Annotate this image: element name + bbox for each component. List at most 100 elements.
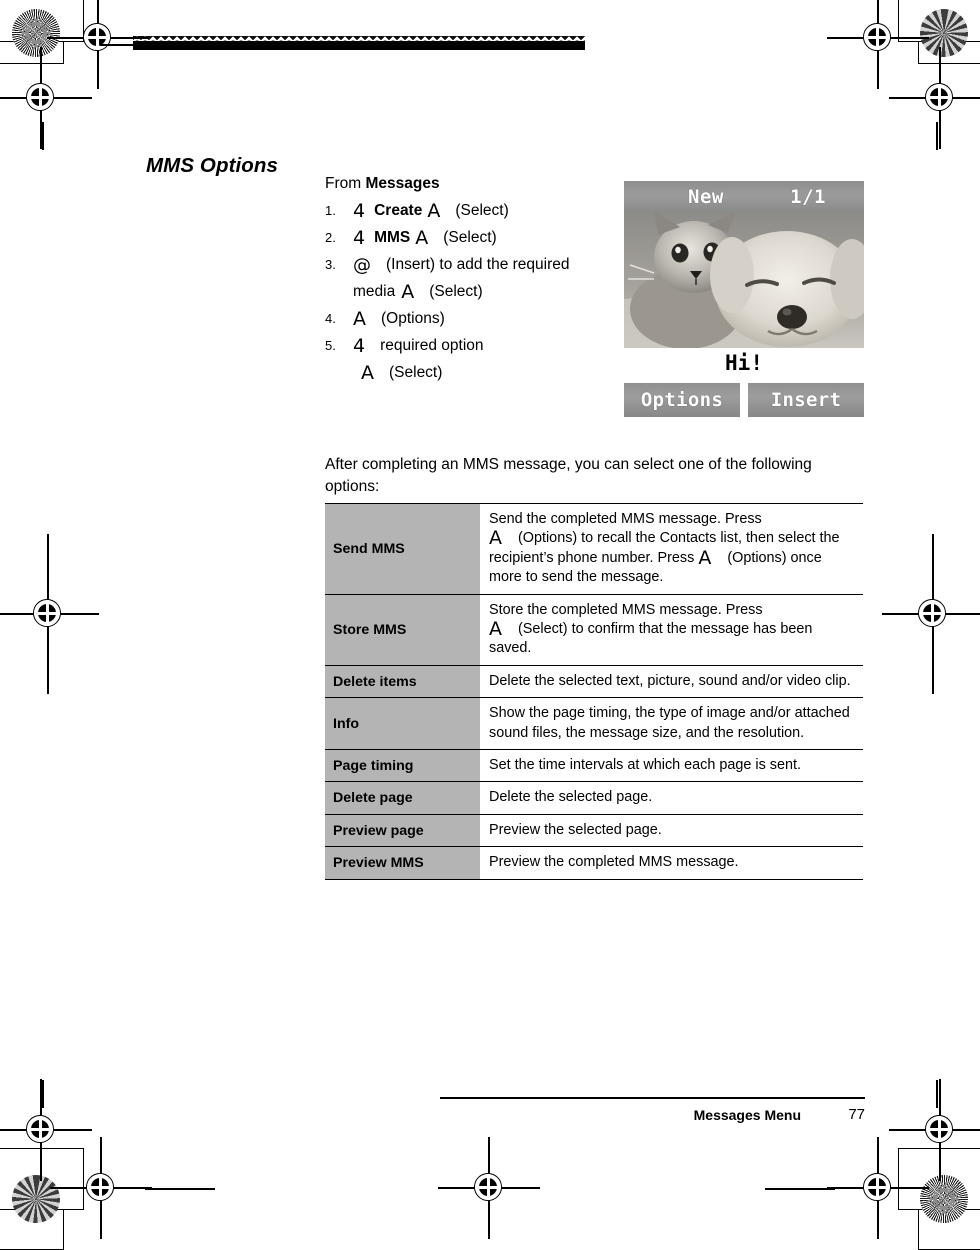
bleed-rule-top-left: [42, 122, 44, 150]
select-key-icon: A: [353, 308, 366, 331]
scroll-key-icon: 4: [353, 227, 366, 250]
insert-key-icon: @: [353, 255, 371, 277]
option-description-cell: Set the time intervals at which each pag…: [480, 749, 863, 783]
steps-list: 1. 4 Create A (Select) 2. 4 MMS A (Select) 3. …: [325, 197, 625, 386]
phone-screen-illustration: New 1/1 Hi! Options Insert: [624, 181, 864, 419]
option-description-text: (Select) to confirm that the message has…: [489, 621, 813, 657]
softkey-options-button[interactable]: Options: [624, 383, 740, 417]
registration-mark-bottom-center: [438, 1137, 540, 1239]
option-description-cell: Preview the selected page.: [480, 813, 863, 848]
option-label-cell: Store MMS: [325, 593, 480, 666]
registration-mark-top-right-b: [889, 47, 980, 149]
option-label-cell: Delete page: [325, 781, 480, 815]
table-row: Preview page Preview the selected page.: [325, 813, 863, 848]
table-row: Preview MMS Preview the completed MMS mes…: [325, 846, 863, 880]
step-3-cont-text: media: [353, 283, 396, 301]
stray-period-mark: .: [325, 477, 330, 494]
option-description-cell: Send the completed MMS message. Press A (O…: [480, 503, 863, 595]
step-5: 5. 4 required option: [325, 332, 625, 359]
step-1: 1. 4 Create A (Select): [325, 197, 625, 224]
footer-page-number: 77: [848, 1106, 865, 1123]
option-label-cell: Page timing: [325, 749, 480, 783]
step-2-action: (Select): [443, 229, 497, 247]
table-row: Page timing Set the time intervals at whi…: [325, 749, 863, 783]
registration-mark-bottom-left-b: [50, 1137, 152, 1239]
starburst-mark-top-right: [920, 9, 968, 57]
option-description-text: Delete the selected text, picture, sound…: [489, 672, 851, 689]
ornament-strip: [133, 36, 585, 54]
bleed-rule-bottom-left: [42, 1080, 44, 1108]
step-5-continuation: A (Select): [325, 359, 625, 386]
phone-softkey-bar: Options Insert: [624, 381, 864, 419]
step-5-number: 5.: [325, 338, 336, 354]
option-description-cell: Preview the completed MMS message.: [480, 846, 863, 880]
registration-mark-top-left-a: [47, 0, 149, 89]
bleed-rule-top-right: [936, 122, 938, 150]
mms-options-table: Send MMS Send the completed MMS message. …: [325, 503, 863, 880]
mms-options-table-body: Send MMS Send the completed MMS message. …: [325, 503, 863, 880]
option-label-cell: Info: [325, 697, 480, 751]
option-description-cell: Delete the selected page.: [480, 781, 863, 815]
option-description-cell: Store the completed MMS message. Press A(…: [480, 593, 863, 666]
registration-mark-top-right-a: [827, 0, 929, 89]
bleed-rule-bottom-mid-right: [765, 1188, 835, 1190]
step-3-continuation: media A (Select): [325, 278, 625, 305]
option-description-text: Store the completed MMS message. Press: [489, 601, 763, 618]
starburst-mark-bottom-right: [920, 1175, 968, 1223]
select-key-icon: A: [427, 200, 441, 223]
phone-page-indicator: 1/1: [790, 186, 826, 208]
phone-status-bar: New 1/1: [624, 181, 864, 213]
footer-rule: [440, 1097, 865, 1099]
select-key-icon: A: [361, 362, 374, 385]
phone-message-caption: Hi!: [624, 348, 864, 381]
option-description-cell: Delete the selected text, picture, sound…: [480, 664, 863, 699]
after-completing-paragraph: After completing an MMS message, you can…: [325, 455, 812, 495]
step-1-target: Create: [374, 202, 423, 220]
step-1-action: (Select): [455, 202, 509, 220]
scroll-key-icon: 4: [353, 335, 366, 358]
option-description-text: Delete the selected page.: [489, 789, 653, 806]
step-4: 4. A (Options): [325, 305, 625, 332]
step-3-number: 3.: [325, 257, 336, 273]
starburst-mark-top-left: [12, 9, 60, 57]
select-key-icon: A: [401, 281, 415, 304]
registration-mark-mid-left: [0, 534, 99, 694]
step-2-number: 2.: [325, 230, 336, 246]
starburst-mark-bottom-left: [12, 1175, 60, 1223]
registration-mark-mid-right: [882, 534, 980, 694]
select-key-icon: A: [489, 527, 502, 550]
kitten-puppy-photo-icon: [624, 213, 864, 348]
option-description-cell: Show the page timing, the type of image …: [480, 697, 863, 751]
registration-mark-bottom-right-a: [889, 1079, 980, 1181]
phone-photo-kitten-and-puppy: [624, 213, 864, 348]
table-row: Delete page Delete the selected page.: [325, 781, 863, 815]
table-row: Send MMS Send the completed MMS message. …: [325, 503, 863, 595]
intro-lead-text: From: [325, 175, 366, 192]
option-label-cell: Preview MMS: [325, 846, 480, 880]
phone-screen-title: New: [688, 186, 724, 208]
select-key-icon: A: [415, 227, 429, 250]
step-2: 2. 4 MMS A (Select): [325, 224, 625, 251]
scroll-key-icon: 4: [353, 200, 366, 223]
softkey-insert-button[interactable]: Insert: [748, 383, 864, 417]
option-description-text: Preview the selected page.: [489, 821, 662, 838]
step-4-action: (Options): [381, 310, 445, 328]
registration-mark-top-left-b: [0, 47, 92, 149]
table-row: Delete items Delete the selected text, pi…: [325, 664, 863, 699]
select-key-icon: A: [489, 618, 502, 641]
step-5-cont-action: (Select): [389, 364, 443, 382]
page-title: MMS Options: [146, 153, 279, 177]
option-label-cell: Delete items: [325, 664, 480, 699]
step-4-number: 4.: [325, 311, 336, 327]
option-description-text: Preview the completed MMS message.: [489, 854, 739, 871]
step-1-number: 1.: [325, 203, 336, 219]
step-2-target: MMS: [374, 229, 411, 247]
registration-mark-bottom-left-a: [0, 1079, 92, 1181]
option-description-text: Send the completed MMS message. Press: [489, 511, 762, 527]
footer-section-label: Messages Menu: [693, 1107, 801, 1123]
intro-bold-text: Messages: [365, 175, 440, 192]
step-3-action: (Insert) to add the required: [386, 256, 570, 274]
step-5-action: required option: [380, 337, 484, 355]
step-3-cont-action: (Select): [429, 283, 483, 301]
option-description-text: Set the time intervals at which each pag…: [489, 757, 801, 774]
